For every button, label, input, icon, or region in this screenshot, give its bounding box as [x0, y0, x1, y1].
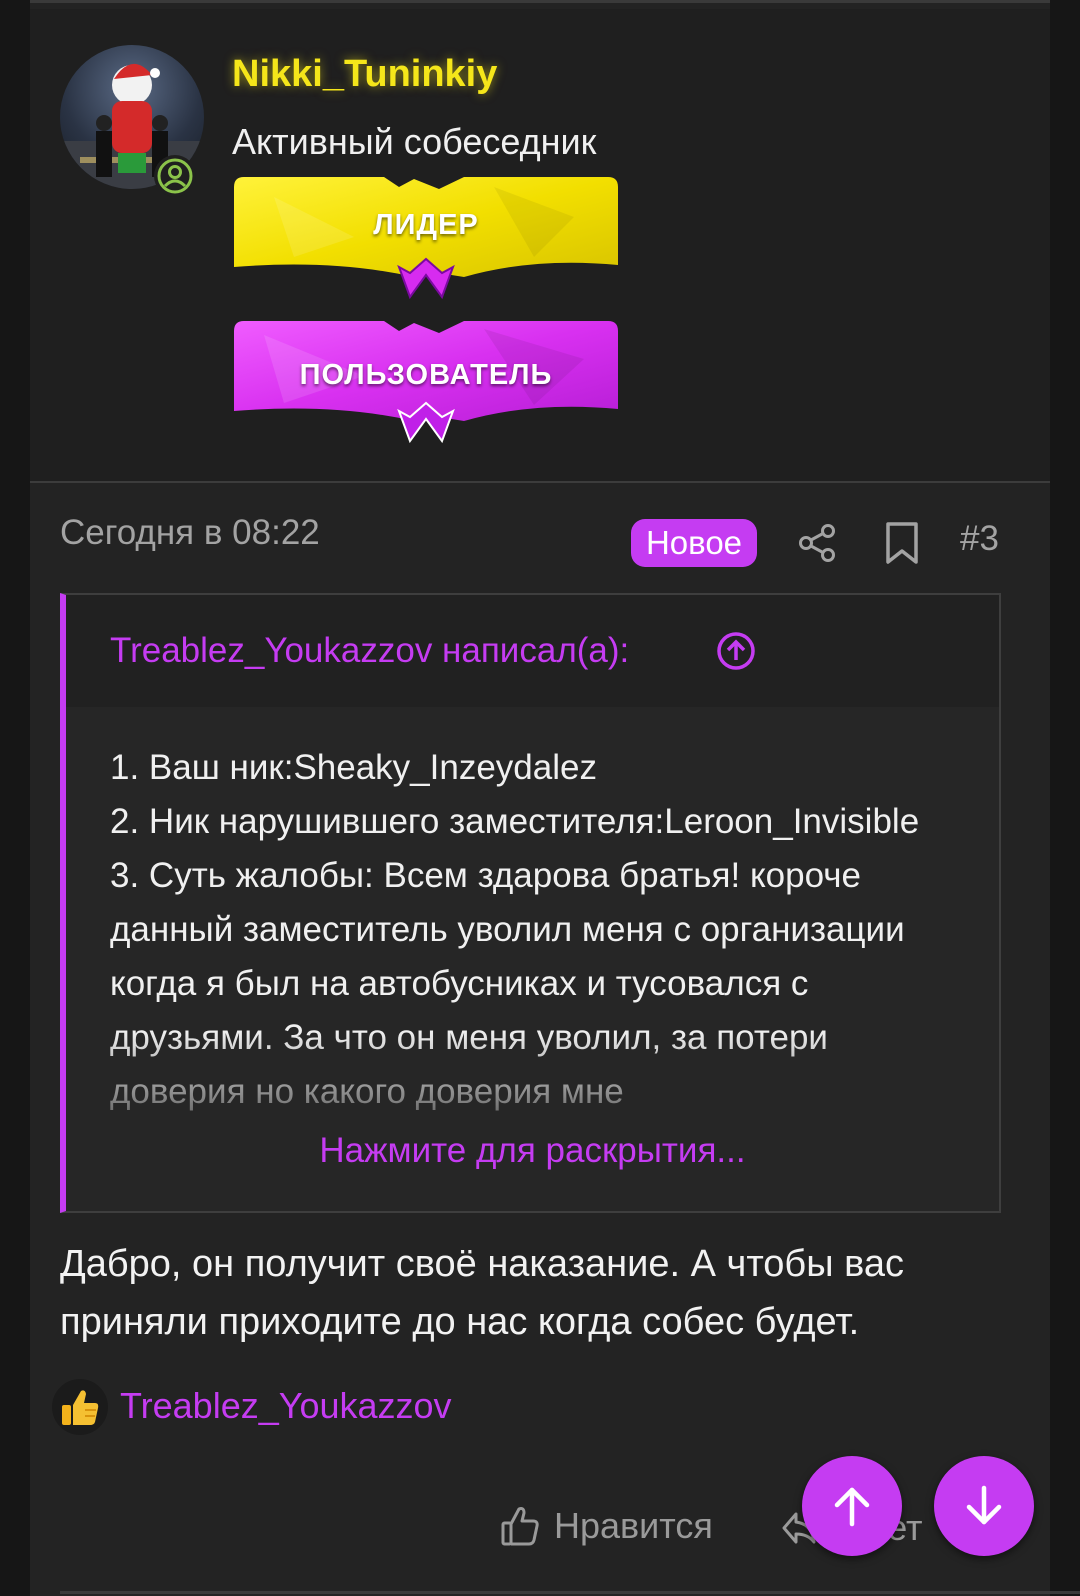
- post-number[interactable]: #3: [960, 519, 999, 559]
- user-banner: ПОЛЬЗОВАТЕЛЬ: [234, 321, 618, 449]
- leader-banner-label: ЛИДЕР: [373, 209, 479, 241]
- reaction-user-link[interactable]: Treablez_Youkazzov: [120, 1385, 452, 1427]
- thumbs-up-icon: [501, 1507, 539, 1546]
- quote-author[interactable]: Treablez_Youkazzov написал(а):: [110, 631, 629, 671]
- post-date[interactable]: Сегодня в 08:22: [60, 513, 320, 553]
- leader-banner: ЛИДЕР: [234, 177, 618, 305]
- username[interactable]: Nikki_Tuninkiy: [232, 53, 497, 96]
- circle-arrow-up-icon[interactable]: [716, 631, 756, 671]
- post-meta: Сегодня в 08:22 Новое #3: [30, 483, 1050, 591]
- user-title: Активный собеседник: [232, 121, 597, 162]
- arrow-down-icon: [966, 1485, 1002, 1525]
- thumbs-up-icon[interactable]: [52, 1379, 108, 1435]
- quote-fade: [66, 1031, 999, 1211]
- quote-header: Treablez_Youkazzov написал(а):: [66, 595, 999, 707]
- quote-expand-link[interactable]: Нажмите для раскрытия...: [66, 1131, 999, 1171]
- quote-block: Treablez_Youkazzov написал(а): 1. Ваш ни…: [60, 593, 1001, 1213]
- user-banner-label: ПОЛЬЗОВАТЕЛЬ: [299, 359, 553, 391]
- like-button[interactable]: Нравится: [500, 1501, 713, 1551]
- like-label: Нравится: [554, 1505, 713, 1546]
- scroll-bottom-button[interactable]: [934, 1456, 1034, 1556]
- arrow-up-icon: [834, 1487, 870, 1527]
- scroll-top-button[interactable]: [802, 1456, 902, 1556]
- share-icon[interactable]: [796, 521, 840, 565]
- online-status-badge: [154, 155, 196, 197]
- bookmark-icon[interactable]: [882, 521, 922, 565]
- user-status-icon: [157, 158, 193, 194]
- user-block: Nikki_Tuninkiy Активный собеседник ЛИДЕР: [30, 9, 1050, 483]
- new-badge: Новое: [631, 519, 757, 567]
- post-message: Дабро, он получит своё наказание. А чтоб…: [60, 1243, 904, 1343]
- quote-line: 2. Ник нарушившего заместителя:Leroon_In…: [110, 802, 920, 841]
- post-container: Nikki_Tuninkiy Активный собеседник ЛИДЕР: [30, 0, 1080, 1596]
- quote-line: 1. Ваш ник:Sheaky_Inzeydalez: [110, 748, 597, 787]
